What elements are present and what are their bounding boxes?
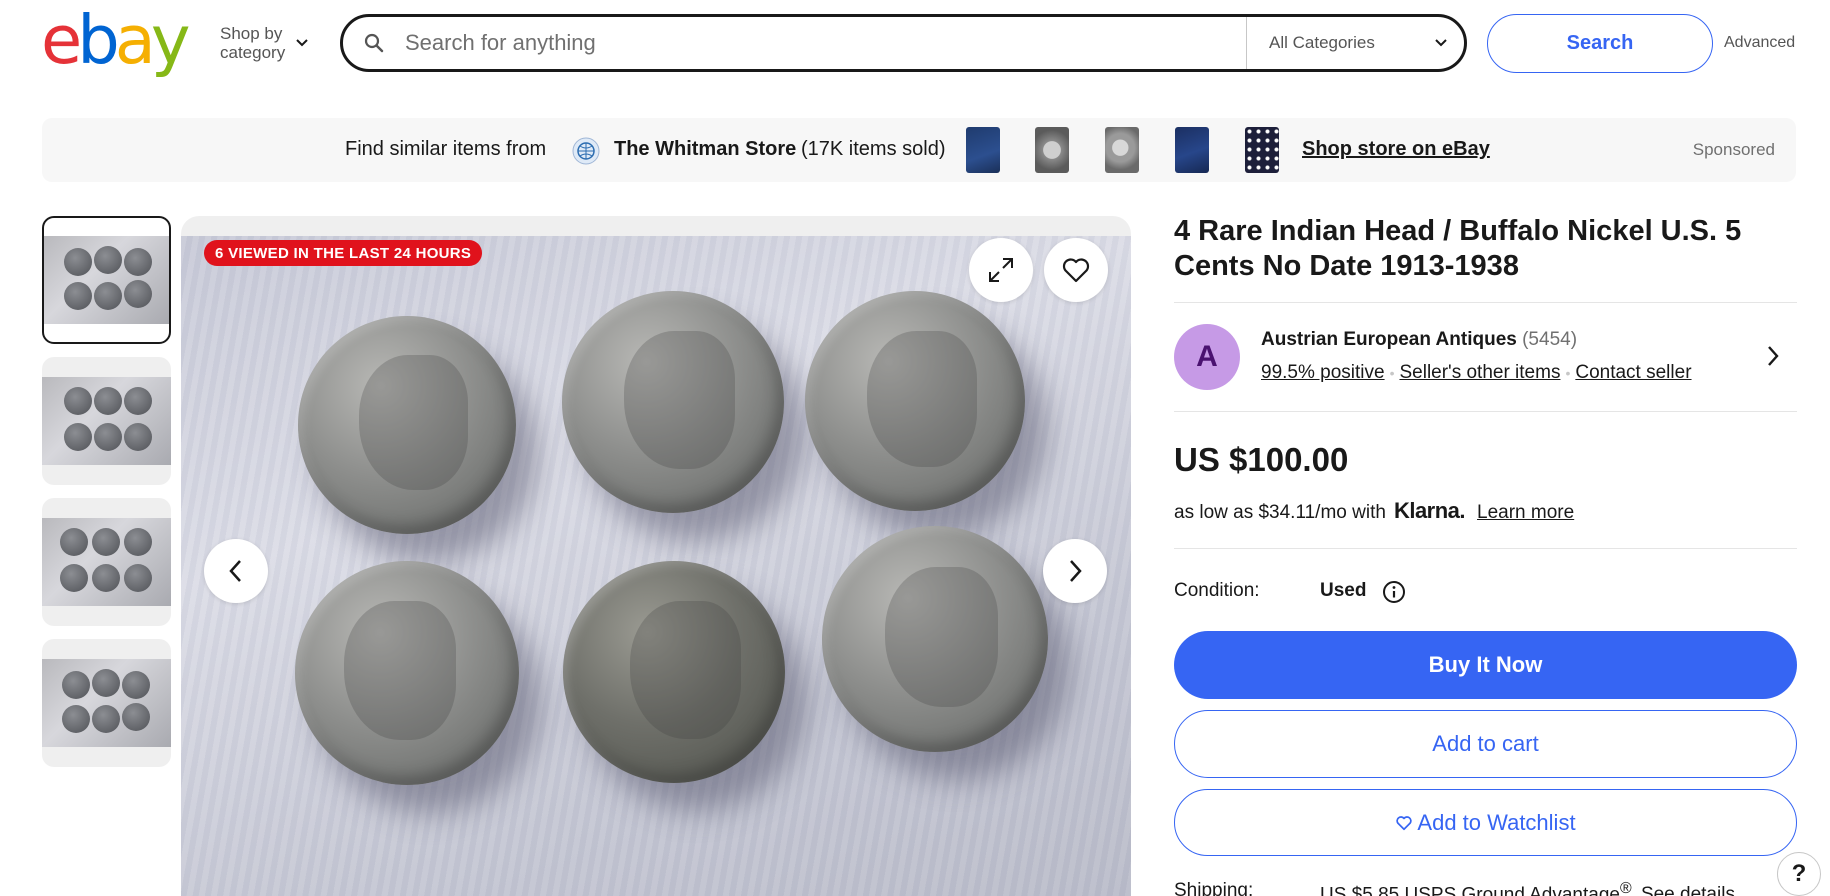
main-image-viewer[interactable]: 6 VIEWED IN THE LAST 24 HOURS [181, 216, 1131, 896]
thumbnail-3[interactable] [42, 498, 171, 626]
seller-feedback-count: (5454) [1522, 329, 1578, 350]
klarna-text: as low as $34.11/mo with [1174, 502, 1386, 523]
search-icon [343, 33, 405, 53]
coin-image [562, 291, 784, 513]
add-to-watchlist-label: Add to Watchlist [1417, 809, 1576, 835]
store-items-sold: (17K items sold) [801, 138, 946, 160]
header: ebay Shop by category All Categories Sea… [0, 0, 1830, 90]
logo-letter-y: y [150, 1, 191, 79]
sponsored-label: Sponsored [1692, 140, 1775, 159]
thumbnail-4[interactable] [42, 639, 171, 767]
shipping-label: Shipping: [1174, 880, 1254, 896]
shipping-value: US $5.85 USPS Ground Advantage® See deta… [1320, 880, 1735, 896]
store-product-thumbnail[interactable] [1035, 127, 1069, 173]
store-banner-text: Find similar items from [345, 138, 547, 160]
store-product-thumbnail[interactable] [1245, 127, 1279, 173]
help-button[interactable]: ? [1777, 852, 1821, 896]
separator-dot: • [1389, 365, 1395, 381]
expand-icon [989, 258, 1013, 282]
seller-links: 99.5% positive • Seller's other items • … [1261, 362, 1692, 384]
viewed-badge: 6 VIEWED IN THE LAST 24 HOURS [204, 240, 483, 266]
coin-image [822, 526, 1048, 752]
klarna-logo: Klarna. [1393, 498, 1466, 523]
add-to-cart-button[interactable]: Add to cart [1174, 710, 1797, 778]
separator-dot: • [1565, 365, 1571, 381]
logo-letter-b: b [77, 1, 119, 79]
divider [1174, 302, 1797, 303]
store-logo-icon [572, 137, 600, 165]
info-icon [1383, 581, 1405, 603]
chevron-right-icon [1768, 346, 1779, 366]
category-select[interactable]: All Categories [1246, 17, 1464, 69]
seller-name[interactable]: Austrian European Antiques (5454) [1261, 329, 1577, 351]
thumbnail-image [42, 659, 171, 747]
advanced-search-link[interactable]: Advanced [1724, 34, 1795, 52]
heart-icon [1396, 815, 1413, 830]
divider [1174, 548, 1797, 549]
heart-icon [1062, 258, 1090, 283]
shop-by-category-button[interactable]: Shop by category [220, 24, 309, 62]
thumbnail-1[interactable] [42, 216, 171, 344]
condition-label: Condition: [1174, 580, 1260, 601]
shop-by-category-label: Shop by category [220, 24, 286, 62]
buy-it-now-button[interactable]: Buy It Now [1174, 631, 1797, 699]
chevron-down-icon [296, 39, 308, 47]
positive-feedback-link[interactable]: 99.5% positive [1261, 362, 1385, 384]
klarna-financing: as low as $34.11/mo with Klarna. Learn m… [1174, 498, 1574, 524]
search-input[interactable] [405, 17, 1246, 69]
condition-info-button[interactable] [1382, 580, 1406, 609]
store-product-thumbnail[interactable] [966, 127, 1000, 173]
registered-mark: ® [1619, 880, 1632, 896]
thumbnail-image [42, 377, 171, 465]
seller-avatar[interactable]: A [1174, 324, 1240, 390]
price: US $100.00 [1174, 441, 1349, 478]
ebay-logo[interactable]: ebay [41, 1, 191, 79]
thumbnail-image [44, 236, 169, 324]
chevron-right-icon [1070, 560, 1082, 582]
contact-seller-link[interactable]: Contact seller [1575, 362, 1691, 384]
store-product-thumbnail[interactable] [1105, 127, 1139, 173]
learn-more-link[interactable]: Learn more [1477, 502, 1574, 524]
search-button[interactable]: Search [1487, 14, 1713, 73]
store-product-thumbnail[interactable] [1175, 127, 1209, 173]
condition-value: Used [1320, 580, 1367, 601]
chevron-down-icon [1435, 39, 1447, 47]
category-select-value: All Categories [1269, 33, 1375, 52]
previous-image-button[interactable] [204, 539, 268, 603]
logo-letter-e: e [41, 1, 82, 79]
coin-image [298, 316, 516, 534]
store-banner[interactable]: Find similar items from The Whitman Stor… [42, 118, 1796, 182]
see-details-link[interactable]: See details [1641, 884, 1735, 896]
divider [1174, 411, 1797, 412]
logo-letter-a: a [114, 1, 156, 79]
coin-image [805, 291, 1025, 511]
search-bar: All Categories [340, 14, 1467, 72]
chevron-left-icon [229, 560, 241, 582]
product-photo [181, 236, 1131, 896]
seller-details-button[interactable] [1766, 345, 1780, 372]
thumbnail-list [42, 216, 171, 780]
save-heart-button[interactable] [1044, 238, 1108, 302]
fullscreen-button[interactable] [969, 238, 1033, 302]
thumbnail-2[interactable] [42, 357, 171, 485]
thumbnail-image [42, 518, 171, 606]
listing-title: 4 Rare Indian Head / Buffalo Nickel U.S.… [1174, 215, 1742, 282]
coin-image [563, 561, 785, 783]
shop-store-link[interactable]: Shop store on eBay [1302, 138, 1490, 161]
next-image-button[interactable] [1043, 539, 1107, 603]
add-to-watchlist-button[interactable]: Add to Watchlist [1174, 789, 1797, 856]
seller-other-items-link[interactable]: Seller's other items [1399, 362, 1560, 384]
coin-image [295, 561, 519, 785]
store-name[interactable]: The Whitman Store [614, 138, 796, 161]
